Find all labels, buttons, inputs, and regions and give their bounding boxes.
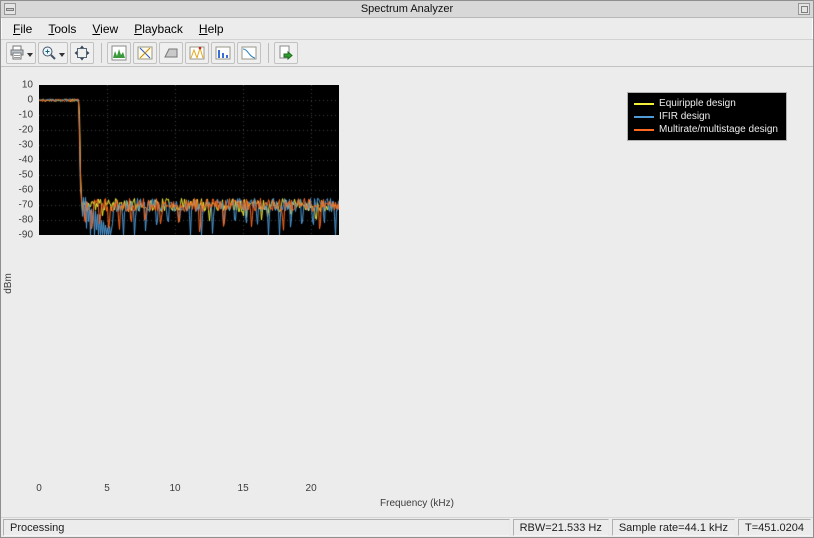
x-tick-label: 0 <box>36 483 42 494</box>
status-sample-rate: Sample rate=44.1 kHz <box>612 519 735 536</box>
y-tick-label: -90 <box>19 230 33 241</box>
printer-icon <box>9 45 25 61</box>
y-tick-label: -20 <box>19 125 33 136</box>
scale-axes-icon <box>74 45 90 61</box>
legend[interactable]: Equiripple design IFIR design Multirate/… <box>627 92 787 141</box>
status-time: T=451.0204 <box>738 519 811 536</box>
step-forward-icon <box>278 45 294 61</box>
window-menu-icon <box>6 8 14 11</box>
toolbar-separator <box>101 43 102 63</box>
step-forward-button[interactable] <box>274 42 298 64</box>
status-bar: Processing RBW=21.533 Hz Sample rate=44.… <box>1 517 813 537</box>
peak-finder-icon <box>189 45 205 61</box>
toolbar <box>1 39 813 67</box>
y-tick-label: 10 <box>22 80 33 91</box>
y-tick-labels: 100-10-20-30-40-50-60-70-80-90 <box>1 85 36 482</box>
legend-label: IFIR design <box>659 111 710 122</box>
y-tick-label: -70 <box>19 200 33 211</box>
spectral-mask-button[interactable] <box>159 42 183 64</box>
x-axis-label: Frequency (kHz) <box>39 498 795 509</box>
menu-playback[interactable]: Playback <box>126 20 191 38</box>
dropdown-caret-icon <box>27 53 33 60</box>
status-rbw: RBW=21.533 Hz <box>513 519 609 536</box>
menu-bar: File Tools View Playback Help <box>1 18 813 39</box>
y-tick-label: -60 <box>19 185 33 196</box>
legend-item: Equiripple design <box>634 97 778 110</box>
ccdf-measurements-button[interactable] <box>237 42 261 64</box>
title-bar[interactable]: Spectrum Analyzer <box>1 1 813 18</box>
menu-file[interactable]: File <box>5 20 40 38</box>
distortion-measurements-button[interactable] <box>211 42 235 64</box>
x-tick-label: 10 <box>169 483 180 494</box>
legend-label: Multirate/multistage design <box>659 124 778 135</box>
x-tick-labels: 0 5 10 15 20 <box>39 483 795 495</box>
spectrum-analyzer-window: Spectrum Analyzer File Tools View Playba… <box>0 0 814 538</box>
x-tick-label: 20 <box>306 483 317 494</box>
peak-finder-button[interactable] <box>185 42 209 64</box>
y-tick-label: -80 <box>19 215 33 226</box>
window-maximize-button[interactable] <box>798 3 810 15</box>
scale-axes-button[interactable] <box>70 42 94 64</box>
cursor-measurements-icon <box>137 45 153 61</box>
x-tick-label: 5 <box>104 483 110 494</box>
dropdown-caret-icon <box>59 53 65 60</box>
zoom-in-button[interactable] <box>38 42 68 64</box>
status-processing: Processing <box>3 519 510 536</box>
menu-tools[interactable]: Tools <box>40 20 84 38</box>
menu-view[interactable]: View <box>84 20 126 38</box>
y-tick-label: -50 <box>19 170 33 181</box>
spectrum-plot-canvas[interactable] <box>39 85 339 235</box>
maximize-icon <box>801 6 808 13</box>
y-tick-label: -30 <box>19 140 33 151</box>
y-tick-label: 0 <box>27 95 33 106</box>
distortion-measurements-icon <box>215 45 231 61</box>
legend-label: Equiripple design <box>659 98 736 109</box>
menu-help[interactable]: Help <box>191 20 232 38</box>
y-tick-label: -10 <box>19 110 33 121</box>
spectrum-settings-icon <box>111 45 127 61</box>
cursor-measurements-button[interactable] <box>133 42 157 64</box>
scope-area: dBm 100-10-20-30-40-50-60-70-80-90 05101… <box>1 67 813 517</box>
legend-item: IFIR design <box>634 110 778 123</box>
print-button[interactable] <box>6 42 36 64</box>
y-tick-label: -40 <box>19 155 33 166</box>
spectrum-settings-button[interactable] <box>107 42 131 64</box>
window-menu-button[interactable] <box>4 3 16 15</box>
window-title: Spectrum Analyzer <box>16 3 798 15</box>
zoom-in-icon <box>41 45 57 61</box>
toolbar-separator <box>268 43 269 63</box>
ccdf-measurements-icon <box>241 45 257 61</box>
legend-swatch <box>634 116 654 118</box>
legend-item: Multirate/multistage design <box>634 123 778 136</box>
spectral-mask-icon <box>163 45 179 61</box>
legend-swatch <box>634 103 654 105</box>
x-tick-label: 15 <box>238 483 249 494</box>
legend-swatch <box>634 129 654 131</box>
